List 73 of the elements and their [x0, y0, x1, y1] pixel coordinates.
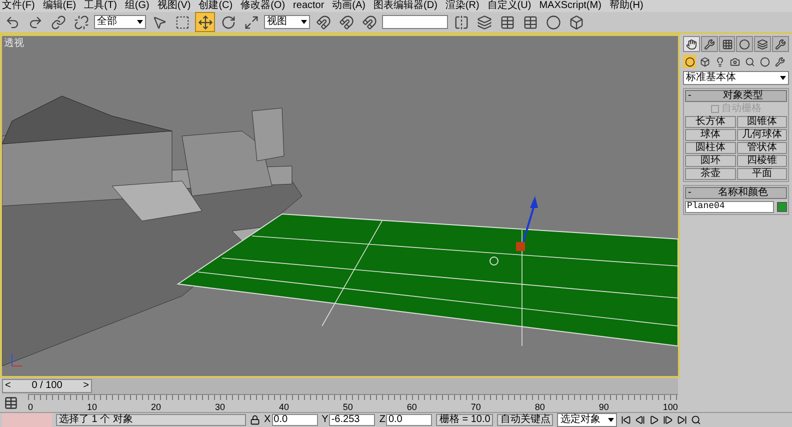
ruler-tick-label: 90	[598, 402, 609, 412]
menu-item[interactable]: 图表编辑器(D)	[374, 1, 438, 11]
primitive-type-dropdown[interactable]: 标准基本体	[683, 71, 789, 85]
axis-label: Z	[379, 415, 386, 425]
collapse-toggle[interactable]: -	[688, 188, 702, 198]
transform-gizmo-drawing	[490, 196, 538, 266]
next-key-icon[interactable]	[663, 415, 674, 425]
menu-item[interactable]: 帮助(H)	[609, 1, 644, 11]
object-color-swatch[interactable]	[777, 202, 787, 212]
menu-item[interactable]: 修改器(O)	[240, 1, 286, 11]
frame-counter: 0 / 100	[30, 381, 64, 391]
auto-key-button[interactable]: 自动关键点	[497, 414, 554, 426]
axis-tripod-icon	[12, 354, 22, 366]
caret-icon	[137, 20, 143, 24]
selection-filter-dropdown[interactable]: 全部	[94, 15, 146, 29]
object-name-field[interactable]: Plane04	[685, 201, 774, 213]
menu-item[interactable]: 创建(C)	[198, 1, 233, 11]
primitive-button[interactable]: 茶壶	[685, 168, 736, 180]
axis-label: Y	[322, 415, 328, 425]
rollout-header[interactable]: - 对象类型	[685, 90, 787, 102]
rollout-header[interactable]: - 名称和颜色	[685, 187, 787, 199]
go-to-end-icon[interactable]	[677, 415, 688, 425]
named-selection-dropdown[interactable]	[382, 15, 448, 29]
time-slider-thumb[interactable]: < 0 / 100 >	[2, 379, 92, 393]
coordinate-field[interactable]: -6.253	[329, 414, 376, 426]
menu-item[interactable]: 动画(A)	[332, 1, 366, 11]
coordinate-field[interactable]: 0.0	[386, 414, 432, 426]
ruler-tick-label: 100	[662, 402, 678, 412]
ruler-tick-label: 50	[342, 402, 353, 412]
axis-label: X	[264, 415, 271, 425]
ruler-tick-label: 0	[28, 402, 34, 412]
ruler-tick-label: 40	[278, 402, 289, 412]
ruler-tick-label: 30	[214, 402, 225, 412]
play-icon[interactable]	[649, 415, 660, 425]
collapse-toggle[interactable]: -	[688, 91, 702, 101]
coordinate-field[interactable]: 0.0	[272, 414, 318, 426]
next-frame-button[interactable]: >	[81, 381, 91, 391]
rollout-title: 名称和颜色	[717, 188, 769, 198]
menu-item[interactable]: 组(G)	[124, 1, 150, 11]
coordinate-system-dropdown[interactable]: 视图	[264, 15, 310, 29]
primitive-button[interactable]: 长方体	[685, 116, 736, 128]
key-filter-dropdown[interactable]: 选定对象	[557, 413, 618, 427]
primitive-button[interactable]: 圆锥体	[736, 116, 787, 128]
primitive-button[interactable]: 圆环	[685, 155, 736, 167]
ruler-tick-label: 10	[86, 402, 97, 412]
ruler-tick-label: 20	[150, 402, 161, 412]
primitive-button[interactable]: 几何球体	[736, 129, 787, 141]
go-to-start-icon[interactable]	[621, 415, 632, 425]
caret-icon	[608, 418, 614, 422]
status-prompt: 选择了 1 个 对象	[56, 414, 246, 426]
ruler-tick-label: 70	[470, 402, 481, 412]
previous-frame-button[interactable]: <	[3, 381, 13, 391]
primitive-button[interactable]: 平面	[736, 168, 787, 180]
menu-item[interactable]: 工具(T)	[84, 1, 117, 11]
menu-item[interactable]: MAXScript(M)	[539, 1, 602, 11]
primitive-button[interactable]: 四棱锥	[736, 155, 787, 167]
caret-icon	[301, 20, 307, 24]
ruler-tick-label: 80	[534, 402, 545, 412]
move-icon[interactable]	[195, 12, 215, 32]
menu-item[interactable]: 视图(V)	[157, 1, 191, 11]
zoom-icon[interactable]	[691, 415, 702, 425]
previous-key-icon[interactable]	[635, 415, 646, 425]
menu-item[interactable]: 编辑(E)	[42, 1, 76, 11]
grid-size-text: 栅格 = 10.0	[436, 414, 494, 426]
wrench-icon[interactable]	[772, 36, 789, 52]
primitive-button[interactable]: 圆柱体	[685, 142, 736, 154]
ruler-tick-label: 60	[406, 402, 417, 412]
menu-item[interactable]: reactor	[293, 1, 324, 11]
lock-icon[interactable]	[250, 415, 260, 425]
primitive-button[interactable]: 管状体	[736, 142, 787, 154]
primitive-button[interactable]: 球体	[685, 129, 736, 141]
rollout-title: 对象类型	[722, 91, 764, 101]
caret-icon	[780, 76, 786, 80]
